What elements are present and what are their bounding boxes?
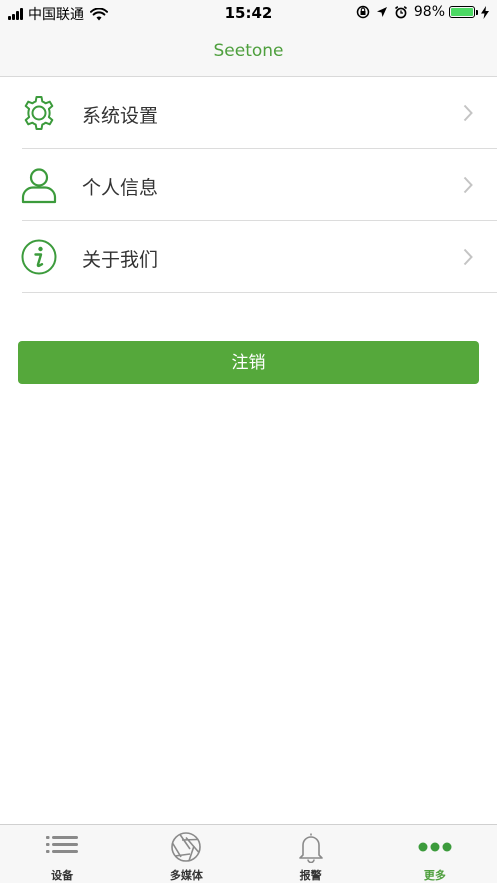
battery-icon xyxy=(449,6,475,18)
chevron-right-icon xyxy=(463,248,473,266)
location-arrow-icon xyxy=(376,7,387,17)
divider xyxy=(22,292,497,293)
tab-alarm[interactable]: 报警 xyxy=(249,825,373,883)
user-icon xyxy=(21,168,57,204)
tab-label: 设备 xyxy=(51,869,74,882)
navigation-bar: Seetone xyxy=(0,26,497,77)
menu-item-personal-info[interactable]: 个人信息 xyxy=(0,149,497,221)
tab-label: 报警 xyxy=(299,869,322,882)
battery-percent: 98% xyxy=(413,4,445,20)
menu-item-label: 关于我们 xyxy=(82,249,159,271)
more-dots-icon xyxy=(418,842,452,852)
menu-item-system-settings[interactable]: 系统设置 xyxy=(0,77,497,149)
gear-icon xyxy=(24,96,54,130)
tab-bar: 设备 多媒体 报警 更多 xyxy=(0,824,497,883)
bell-icon xyxy=(298,833,323,863)
tab-devices[interactable]: 设备 xyxy=(0,825,124,883)
page-title: Seetone xyxy=(213,41,284,61)
alarm-clock-icon xyxy=(394,5,407,19)
tab-label: 更多 xyxy=(423,869,446,882)
tab-label: 多媒体 xyxy=(169,869,203,882)
logout-button[interactable]: 注销 xyxy=(18,341,479,384)
chevron-right-icon xyxy=(463,176,473,194)
chevron-right-icon xyxy=(463,104,473,122)
tab-more[interactable]: 更多 xyxy=(373,825,497,883)
menu-item-about-us[interactable]: 关于我们 xyxy=(0,221,497,293)
menu-item-label: 系统设置 xyxy=(82,105,159,127)
menu-list: 系统设置 个人信息 关于我们 xyxy=(0,77,497,293)
aperture-icon xyxy=(171,832,202,862)
status-bar: 中国联通 15:42 98% xyxy=(0,0,497,26)
screen: 中国联通 15:42 98% Seetone 系统设置 个人信息 关于我们 注销… xyxy=(0,0,497,883)
menu-item-label: 个人信息 xyxy=(82,177,159,199)
device-list-icon xyxy=(46,836,79,853)
charging-bolt-icon xyxy=(481,5,489,19)
status-right: 98% xyxy=(350,4,489,20)
rotation-lock-icon xyxy=(356,5,370,19)
info-icon xyxy=(21,239,57,275)
tab-multimedia[interactable]: 多媒体 xyxy=(124,825,248,883)
